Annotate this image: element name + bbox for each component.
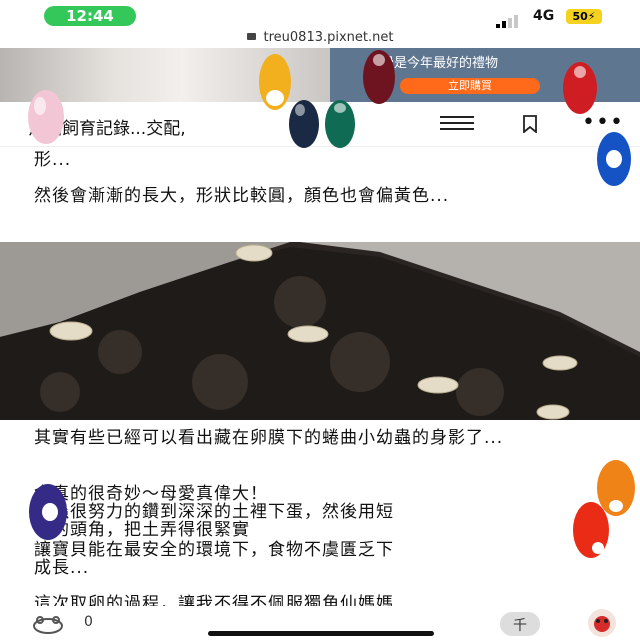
article-paragraph: 形... bbox=[34, 150, 72, 170]
svg-text:千: 千 bbox=[513, 618, 527, 634]
navy-ball-icon bbox=[289, 100, 319, 148]
green-ball-icon bbox=[325, 100, 355, 148]
menu-icon[interactable] bbox=[440, 116, 474, 132]
blue-ball-icon bbox=[597, 132, 631, 186]
red-orange-ball-icon bbox=[573, 502, 609, 558]
article-paragraph: 然後會漸漸的長大，形狀比較圓，顏色也會偏黃色... bbox=[34, 186, 450, 206]
article-line: 成長... bbox=[34, 558, 90, 578]
bottom-bar: 0 千 bbox=[0, 606, 640, 640]
url-bar[interactable]: treu0813.pixnet.net bbox=[0, 30, 640, 48]
home-indicator[interactable] bbox=[208, 631, 434, 636]
lock-icon bbox=[246, 33, 256, 40]
article-header: 角仙飼育記錄...交配, ••• bbox=[0, 102, 640, 147]
soil-eggs-image bbox=[0, 242, 640, 420]
like-icon[interactable] bbox=[30, 614, 66, 634]
clock: 12:44 bbox=[44, 6, 136, 26]
comment-icon[interactable]: 千 bbox=[498, 610, 542, 638]
battery-level: 50 bbox=[572, 10, 588, 23]
bookmark-icon[interactable] bbox=[521, 115, 539, 133]
ad-buy-button[interactable]: 立即購買 bbox=[400, 78, 540, 94]
url-text: treu0813.pixnet.net bbox=[263, 30, 394, 45]
like-count: 0 bbox=[84, 614, 93, 630]
network-type: 4G bbox=[533, 8, 555, 24]
status-bar: 12:44 4G 50⚡ bbox=[0, 0, 640, 30]
maroon-ball-icon bbox=[363, 50, 395, 104]
yellow-ball-icon bbox=[259, 54, 291, 110]
ad-banner[interactable]: 睡覺是今年最好的禮物 立即購買 bbox=[0, 48, 640, 102]
red-ball-icon bbox=[563, 62, 597, 114]
purple-ball-icon bbox=[29, 484, 67, 540]
battery-icon: 50⚡ bbox=[566, 9, 602, 24]
avatar[interactable] bbox=[582, 608, 622, 638]
article-paragraph: 其實有些已經可以看出藏在卵膜下的蜷曲小幼蟲的身影了... bbox=[34, 428, 504, 448]
pink-ball-icon bbox=[28, 90, 64, 144]
article-photo bbox=[0, 242, 640, 420]
signal-icon bbox=[496, 9, 520, 28]
